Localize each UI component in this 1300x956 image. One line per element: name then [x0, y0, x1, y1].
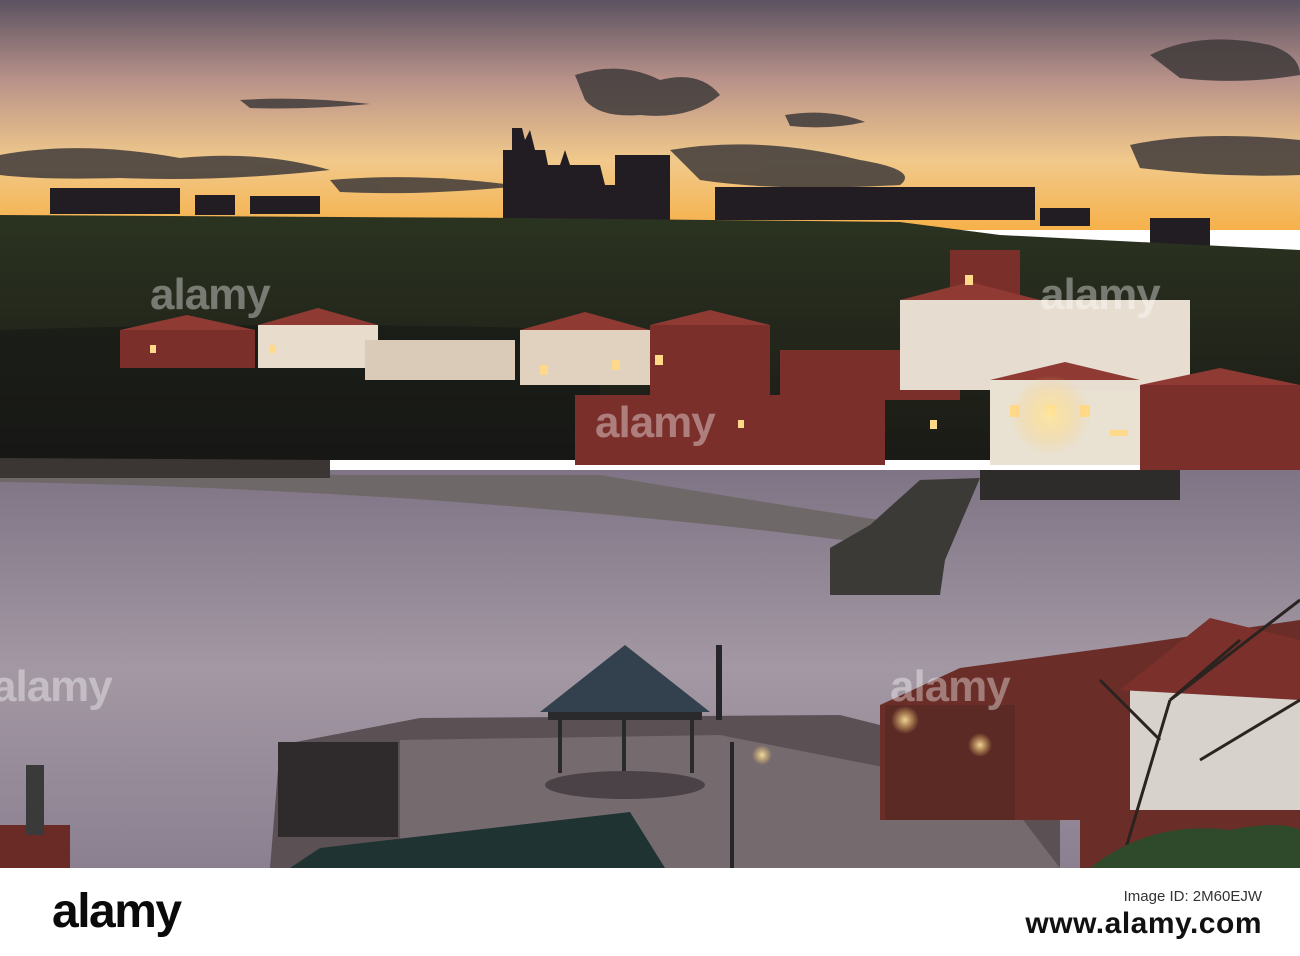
rock-breakwater — [0, 458, 330, 478]
watermark-text: alamy — [1040, 270, 1161, 319]
pier-wall — [278, 742, 398, 837]
lamp-post — [730, 742, 734, 868]
footer-bar: alamy Image ID: 2M60EJW www.alamy.com — [0, 868, 1300, 956]
alamy-logo: alamy — [52, 885, 182, 938]
watermark-text: alamy — [0, 662, 113, 711]
stock-photo: alamy alamy alamy alamy alamy alamy Imag… — [0, 0, 1300, 956]
watermark-text: alamy — [890, 662, 1011, 711]
image-id-label: Image ID: 2M60EJW — [1123, 888, 1262, 905]
watermark-text: alamy — [150, 270, 271, 319]
image-info: Image ID: 2M60EJW www.alamy.com — [1025, 888, 1262, 942]
watermark-text: alamy — [595, 398, 716, 447]
site-url: www.alamy.com — [1025, 907, 1262, 940]
